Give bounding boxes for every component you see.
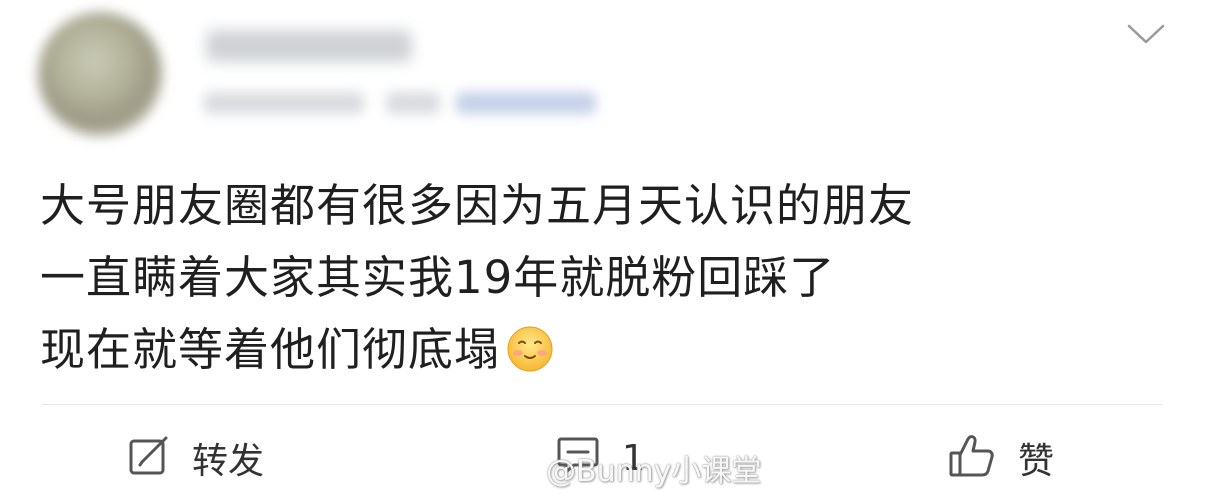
post-source-prefix-blurred xyxy=(386,92,440,114)
repost-button[interactable]: 转发 xyxy=(128,428,264,488)
smile-emoji-icon xyxy=(506,322,554,372)
comment-count: 1 xyxy=(622,437,645,479)
post-line-2: 一直瞒着大家其实我19年就脱粉回踩了 xyxy=(40,251,836,304)
weibo-logo-icon xyxy=(497,451,540,485)
avatar[interactable] xyxy=(38,12,162,136)
repost-icon xyxy=(128,435,170,481)
username-blurred[interactable] xyxy=(206,30,412,62)
comment-button[interactable]: 1 xyxy=(556,428,645,488)
repost-label: 转发 xyxy=(192,441,265,482)
post-time-blurred xyxy=(204,92,364,114)
post-source-link-blurred[interactable] xyxy=(456,92,596,114)
post-body: 大号朋友圈都有很多因为五月天认识的朋友 一直瞒着大家其实我19年就脱粉回踩了 现… xyxy=(40,170,1160,386)
like-label: 赞 xyxy=(1018,441,1055,482)
post-line-3-text: 现在就等着他们彻底塌 xyxy=(40,323,501,376)
like-button[interactable]: 赞 xyxy=(948,428,1054,488)
post-line-3: 现在就等着他们彻底塌 xyxy=(40,314,1160,386)
thumbs-up-icon xyxy=(948,433,996,483)
post-line-1: 大号朋友圈都有很多因为五月天认识的朋友 xyxy=(40,179,915,232)
more-options-chevron-icon[interactable] xyxy=(1126,20,1166,48)
action-divider xyxy=(42,404,1162,405)
comment-icon xyxy=(556,435,600,481)
